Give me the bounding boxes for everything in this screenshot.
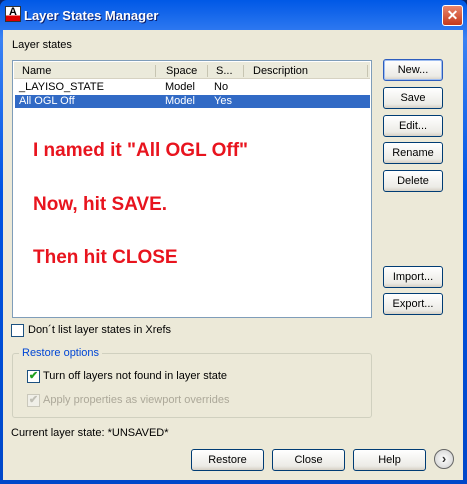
restore-options-title: Restore options — [19, 347, 103, 359]
title-bar: A Layer States Manager ✕ — [0, 0, 467, 30]
restore-options-group — [12, 353, 372, 418]
new-button[interactable]: New... — [383, 59, 443, 81]
row-saved: Yes — [214, 95, 232, 107]
dialog-body: Layer states Name Space S... Description… — [3, 30, 463, 480]
save-button[interactable]: Save — [383, 87, 443, 109]
dont-list-xrefs-checkbox[interactable] — [11, 324, 24, 337]
expand-arrow-icon[interactable]: › — [434, 449, 454, 469]
delete-button[interactable]: Delete — [383, 170, 443, 192]
column-header-name[interactable]: Name — [22, 65, 156, 77]
annotation-3: Then hit CLOSE — [33, 247, 178, 268]
layer-states-label: Layer states — [12, 39, 72, 51]
table-row-selected[interactable]: All OGL Off Model Yes — [15, 95, 370, 108]
import-button[interactable]: Import... — [383, 266, 443, 288]
apply-props-label: Apply properties as viewport overrides — [43, 394, 230, 406]
current-layer-state: Current layer state: *UNSAVED* — [11, 427, 169, 439]
window-title: Layer States Manager — [24, 8, 159, 23]
row-space: Model — [165, 95, 195, 107]
list-header: Name Space S... Description — [14, 62, 370, 79]
apply-props-checkbox: ✔ — [27, 394, 40, 407]
close-window-button[interactable]: ✕ — [442, 5, 463, 26]
column-header-description[interactable]: Description — [253, 65, 368, 77]
dont-list-xrefs-label: Don´t list layer states in Xrefs — [28, 324, 172, 336]
layer-states-list[interactable]: Name Space S... Description _LAYISO_STAT… — [12, 60, 372, 318]
table-row[interactable]: _LAYISO_STATE Model No — [15, 81, 370, 94]
turn-off-layers-label: Turn off layers not found in layer state — [43, 370, 228, 382]
export-button[interactable]: Export... — [383, 293, 443, 315]
rename-button[interactable]: Rename — [383, 142, 443, 164]
row-name: All OGL Off — [19, 95, 75, 107]
help-button[interactable]: Help — [353, 449, 426, 471]
close-button[interactable]: Close — [272, 449, 345, 471]
restore-button[interactable]: Restore — [191, 449, 264, 471]
annotation-1: I named it "All OGL Off" — [33, 140, 249, 161]
annotation-2: Now, hit SAVE. — [33, 194, 168, 215]
autocad-app-icon: A — [5, 6, 21, 22]
dialog-window: A Layer States Manager ✕ Layer states Na… — [0, 0, 467, 484]
row-space: Model — [165, 81, 195, 93]
column-header-saved[interactable]: S... — [216, 65, 244, 77]
row-name: _LAYISO_STATE — [19, 81, 104, 93]
row-saved: No — [214, 81, 229, 93]
column-header-space[interactable]: Space — [166, 65, 208, 77]
turn-off-layers-checkbox[interactable]: ✔ — [27, 370, 40, 383]
edit-button[interactable]: Edit... — [383, 115, 443, 137]
